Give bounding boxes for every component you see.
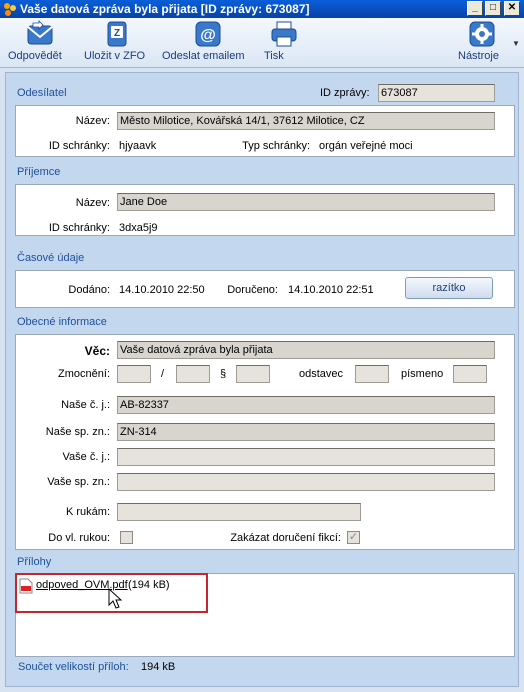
delivered-label: Dodáno: xyxy=(68,284,110,296)
tools-label: Nástroje xyxy=(458,50,499,62)
sender-box-type-value: orgán veřejné moci xyxy=(319,140,413,152)
print-label: Tisk xyxy=(264,50,284,62)
message-id-field[interactable]: 673087 xyxy=(378,84,495,102)
svg-text:@: @ xyxy=(200,27,216,44)
delivered-value: 14.10.2010 22:50 xyxy=(119,284,205,296)
authorization-label: Zmocnění: xyxy=(58,368,110,380)
pdf-file-icon xyxy=(19,578,33,594)
attn-field[interactable] xyxy=(117,503,361,521)
sender-box-type-label: Typ schránky: xyxy=(242,140,310,152)
our-ref-field[interactable]: AB-82337 xyxy=(117,396,495,414)
window-title: Vaše datová zpráva byla přijata [ID zprá… xyxy=(20,2,310,16)
authorization-subsection-field[interactable] xyxy=(355,365,389,383)
recipient-section-label: Příjemce xyxy=(17,166,61,178)
attachments-list: odpoved_OVM.pdf (194 kB) xyxy=(15,573,515,657)
maximize-button[interactable]: □ xyxy=(485,1,501,16)
envelope-reply-icon xyxy=(27,20,53,45)
sender-name-field[interactable]: Město Milotice, Kovářská 14/1, 37612 Mil… xyxy=(117,112,495,130)
app-logo-icon xyxy=(4,3,16,16)
paragraph-label: § xyxy=(220,368,227,380)
sender-name-label: Název: xyxy=(75,115,110,127)
send-email-button[interactable]: @ Odeslat emailem xyxy=(162,20,254,66)
mouse-cursor-icon xyxy=(108,588,122,609)
general-section-label: Obecné informace xyxy=(17,316,107,328)
your-file-field[interactable] xyxy=(117,473,495,491)
reply-label: Odpovědět xyxy=(8,50,62,62)
gear-icon xyxy=(469,21,495,47)
time-section-label: Časové údaje xyxy=(17,252,85,264)
received-label: Doručeno: xyxy=(227,284,278,296)
send-email-label: Odeslat emailem xyxy=(162,50,245,62)
reply-button[interactable]: Odpovědět xyxy=(8,20,72,66)
sender-box-value: hjyaavk xyxy=(119,140,157,152)
our-file-field[interactable]: ZN-314 xyxy=(117,423,495,441)
attachments-total-label: Součet velikostí příloh: xyxy=(18,661,129,673)
sender-panel: Název: Město Milotice, Kovářská 14/1, 37… xyxy=(15,105,515,157)
recipient-name-field[interactable]: Jane Doe xyxy=(117,193,495,211)
forbid-fiction-checkbox[interactable]: ✓ xyxy=(347,531,360,544)
our-ref-label: Naše č. j.: xyxy=(61,399,110,411)
personal-delivery-checkbox[interactable] xyxy=(120,531,133,544)
sender-section-label: Odesílatel xyxy=(17,87,67,99)
close-button[interactable]: ✕ xyxy=(504,1,520,16)
your-file-label: Vaše sp. zn.: xyxy=(47,476,110,488)
message-detail: Odesílatel ID zprávy: 673087 Název: Měst… xyxy=(5,72,519,687)
attn-label: K rukám: xyxy=(65,506,110,518)
print-button[interactable]: Tisk xyxy=(264,20,304,66)
attachments-section-label: Přílohy xyxy=(17,556,52,568)
message-id-label: ID zprávy: xyxy=(320,87,370,99)
zfo-file-icon: Z xyxy=(107,21,127,47)
slash-label: / xyxy=(161,368,165,380)
forbid-fiction-label: Zakázat doručení fikcí: xyxy=(230,532,341,544)
authorization-law-field[interactable] xyxy=(117,365,151,383)
general-panel: Věc: Vaše datová zpráva byla přijata Zmo… xyxy=(15,334,515,550)
personal-delivery-label: Do vl. rukou: xyxy=(48,532,110,544)
svg-text:Z: Z xyxy=(114,28,120,39)
authorization-letter-field[interactable] xyxy=(453,365,487,383)
our-file-label: Naše sp. zn.: xyxy=(45,426,110,438)
minimize-button[interactable]: _ xyxy=(467,1,483,16)
title-bar: Vaše datová zpráva byla přijata [ID zprá… xyxy=(0,0,524,18)
printer-icon xyxy=(271,21,297,47)
authorization-paragraph-field[interactable] xyxy=(236,365,270,383)
your-ref-field[interactable] xyxy=(117,448,495,466)
attachments-total-value: 194 kB xyxy=(141,661,176,673)
authorization-year-field[interactable] xyxy=(176,365,210,383)
subject-label: Věc: xyxy=(84,344,110,358)
email-at-icon: @ xyxy=(195,21,221,47)
save-zfo-button[interactable]: Z Uložit v ZFO xyxy=(84,20,150,66)
received-value: 14.10.2010 22:51 xyxy=(288,284,374,296)
sender-box-label: ID schránky: xyxy=(48,140,110,152)
tools-button[interactable]: Nástroje xyxy=(458,20,506,66)
save-zfo-label: Uložit v ZFO xyxy=(84,50,146,62)
recipient-panel: Název: Jane Doe ID schránky: 3dxa5j9 xyxy=(15,184,515,236)
subject-field[interactable]: Vaše datová zpráva byla přijata xyxy=(117,341,495,359)
subsection-label: odstavec xyxy=(299,368,344,380)
letter-label: písmeno xyxy=(401,368,444,380)
recipient-name-label: Název: xyxy=(75,197,110,209)
toolbar-overflow-icon[interactable]: ▼ xyxy=(512,39,520,48)
recipient-box-label: ID schránky: xyxy=(48,222,110,234)
recipient-box-value: 3dxa5j9 xyxy=(119,222,158,234)
stamp-button[interactable]: razítko xyxy=(405,277,493,299)
toolbar: Odpovědět Z Uložit v ZFO @ Odeslat email… xyxy=(0,18,524,68)
time-panel: Dodáno: 14.10.2010 22:50 Doručeno: 14.10… xyxy=(15,270,515,308)
your-ref-label: Vaše č. j.: xyxy=(62,451,110,463)
attachment-size: (194 kB) xyxy=(128,579,170,591)
